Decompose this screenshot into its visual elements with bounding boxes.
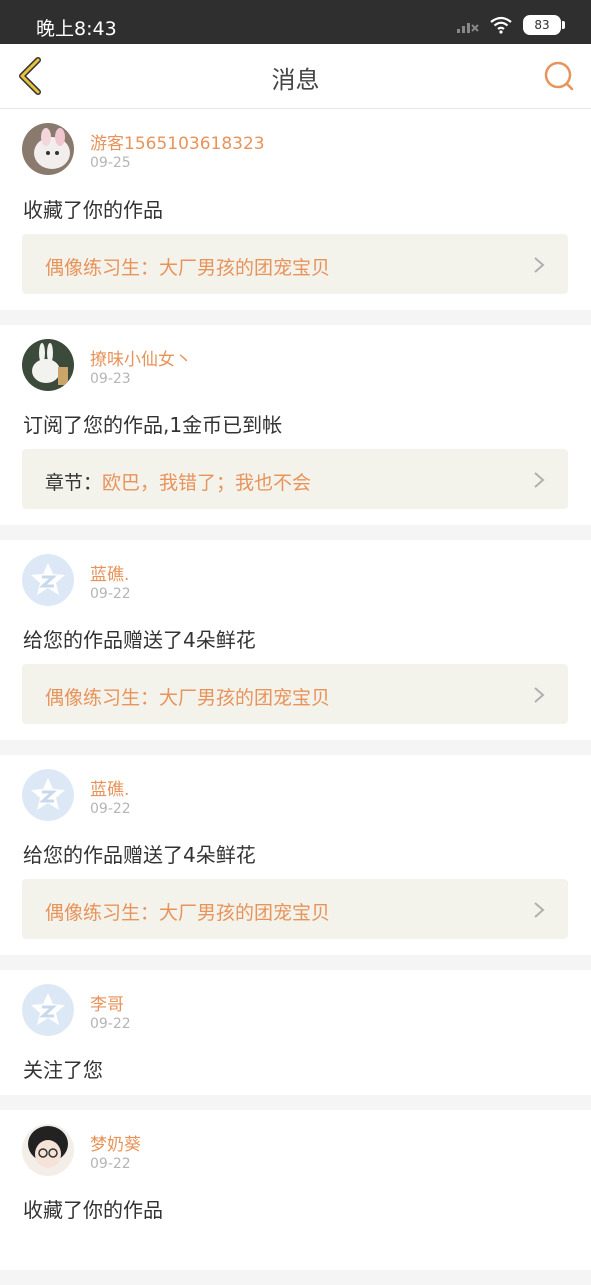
username[interactable]: 游客1565103618323 xyxy=(90,129,265,154)
message-date: 09-22 xyxy=(90,586,131,602)
username[interactable]: 梦奶葵 xyxy=(90,1130,141,1155)
default-avatar-icon[interactable] xyxy=(22,984,74,1036)
status-bar: 晚上8:43 83 xyxy=(0,0,591,44)
chevron-right-icon xyxy=(534,902,545,918)
work-link-card[interactable]: 偶像练习生：大厂男孩的团宠宝贝 xyxy=(22,879,568,939)
default-avatar-icon[interactable] xyxy=(22,769,74,821)
message-list: 游客1565103618323 09-25 收藏了你的作品 偶像练习生：大厂男孩… xyxy=(0,109,591,1285)
message-action-text: 给您的作品赠送了4朵鲜花 xyxy=(23,843,256,867)
username[interactable]: 蓝礁. xyxy=(90,560,129,585)
message-item: 游客1565103618323 09-25 收藏了你的作品 偶像练习生：大厂男孩… xyxy=(0,109,591,310)
message-action-text: 给您的作品赠送了4朵鲜花 xyxy=(23,628,256,652)
username[interactable]: 撩味小仙女丶 xyxy=(90,345,192,370)
user-avatar[interactable] xyxy=(22,339,74,391)
work-link-card[interactable]: 偶像练习生：大厂男孩的团宠宝贝 xyxy=(22,234,568,294)
user-avatar[interactable] xyxy=(22,1124,74,1176)
top-navigation-bar: 消息 xyxy=(0,44,591,109)
chevron-right-icon xyxy=(534,687,545,703)
page-title: 消息 xyxy=(271,66,320,94)
work-link-card[interactable]: 章节：欧巴，我错了；我也不会 xyxy=(22,449,568,509)
wifi-icon xyxy=(490,16,512,34)
message-item: 梦奶葵 09-22 收藏了你的作品 xyxy=(0,1110,591,1270)
message-action-text: 关注了您 xyxy=(23,1058,103,1082)
username[interactable]: 李哥 xyxy=(90,990,124,1015)
user-avatar[interactable] xyxy=(22,123,74,175)
chevron-right-icon xyxy=(534,472,545,488)
signal-icon xyxy=(457,23,479,33)
work-title: 偶像练习生：大厂男孩的团宠宝贝 xyxy=(45,902,331,924)
message-item: 李哥 09-22 关注了您 xyxy=(0,970,591,1095)
work-title: 偶像练习生：大厂男孩的团宠宝贝 xyxy=(45,687,331,709)
work-title: 章节：欧巴，我错了；我也不会 xyxy=(45,472,312,494)
message-action-text: 收藏了你的作品 xyxy=(23,198,163,222)
message-item: 撩味小仙女丶 09-23 订阅了您的作品,1金币已到帐 章节：欧巴，我错了；我也… xyxy=(0,325,591,525)
message-date: 09-22 xyxy=(90,801,131,817)
message-action-text: 订阅了您的作品,1金币已到帐 xyxy=(23,413,283,437)
status-icons: 83 xyxy=(457,15,565,35)
work-title: 偶像练习生：大厂男孩的团宠宝贝 xyxy=(45,257,331,279)
message-date: 09-23 xyxy=(90,371,131,387)
work-prefix: 章节： xyxy=(45,472,103,494)
chevron-right-icon xyxy=(534,257,545,273)
message-date: 09-25 xyxy=(90,155,131,171)
default-avatar-icon[interactable] xyxy=(22,554,74,606)
status-time: 晚上8:43 xyxy=(36,18,117,40)
message-item: 蓝礁. 09-22 给您的作品赠送了4朵鲜花 偶像练习生：大厂男孩的团宠宝贝 xyxy=(0,540,591,740)
work-link-card[interactable]: 偶像练习生：大厂男孩的团宠宝贝 xyxy=(22,664,568,724)
message-item: 蓝礁. 09-22 给您的作品赠送了4朵鲜花 偶像练习生：大厂男孩的团宠宝贝 xyxy=(0,755,591,955)
message-action-text: 收藏了你的作品 xyxy=(23,1198,163,1222)
message-date: 09-22 xyxy=(90,1156,131,1172)
username[interactable]: 蓝礁. xyxy=(90,775,129,800)
message-date: 09-22 xyxy=(90,1016,131,1032)
search-icon[interactable] xyxy=(541,58,577,94)
battery-icon: 83 xyxy=(523,15,565,35)
